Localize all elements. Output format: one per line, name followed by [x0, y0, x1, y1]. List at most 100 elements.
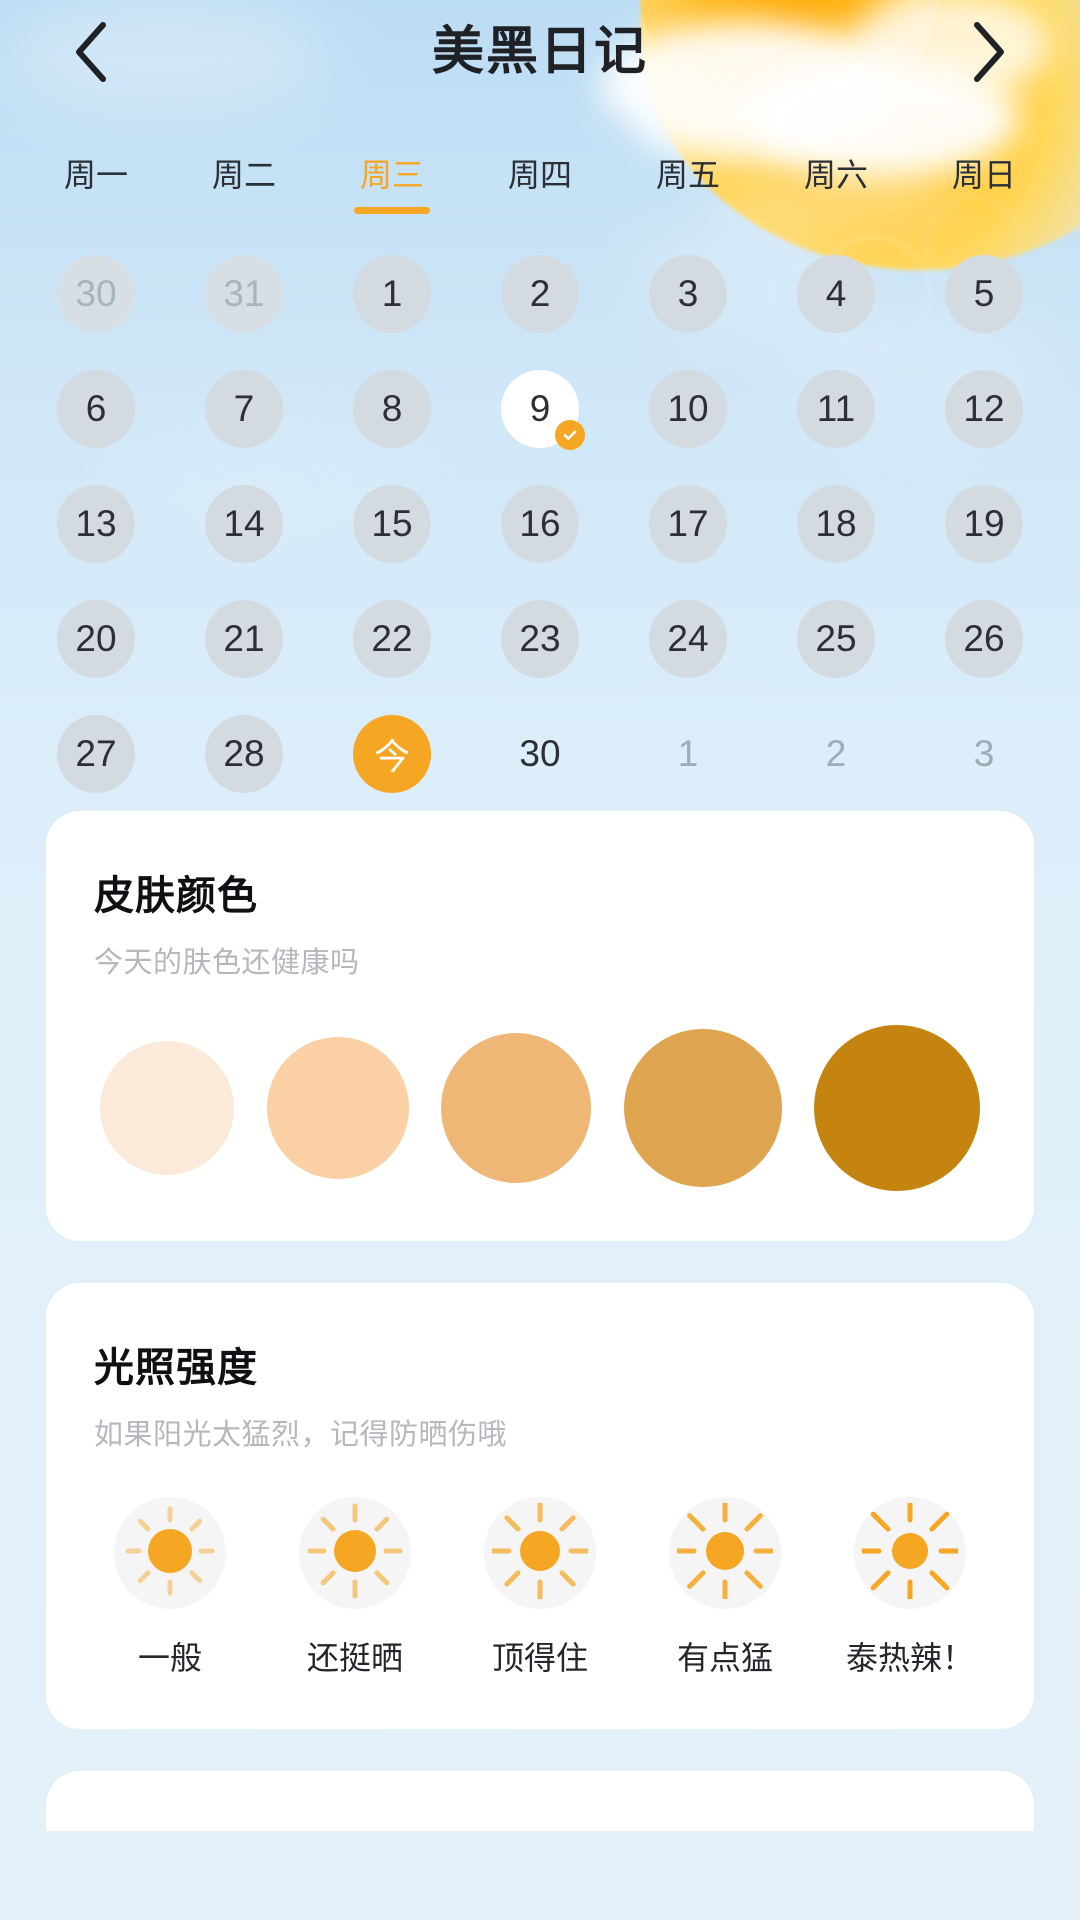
forward-button[interactable] — [954, 17, 1024, 87]
light-level-disc — [669, 1497, 781, 1609]
day-20[interactable]: 20 — [57, 599, 135, 678]
day-4[interactable]: 4 — [797, 254, 875, 333]
sun-icon — [122, 1503, 218, 1604]
calendar-day-cell[interactable]: 13 — [22, 466, 170, 581]
calendar-day-cell[interactable]: 9 — [466, 351, 614, 466]
calendar-day-cell[interactable]: 2 — [762, 696, 910, 811]
weekday-7[interactable]: 周日 — [910, 150, 1058, 214]
day-6[interactable]: 6 — [57, 369, 135, 448]
calendar-day-cell[interactable]: 27 — [22, 696, 170, 811]
calendar-day-cell[interactable]: 12 — [910, 351, 1058, 466]
day-13[interactable]: 13 — [57, 484, 135, 563]
day-10[interactable]: 10 — [649, 369, 727, 448]
calendar-day-cell[interactable]: 15 — [318, 466, 466, 581]
skin-swatch-3[interactable] — [441, 1033, 591, 1183]
calendar-day-cell[interactable]: 23 — [466, 581, 614, 696]
day-27[interactable]: 27 — [57, 714, 135, 793]
weekday-2[interactable]: 周二 — [170, 150, 318, 214]
sun-icon — [307, 1503, 403, 1604]
light-level-3[interactable]: 顶得住 — [478, 1497, 602, 1679]
calendar-day-cell[interactable]: 19 — [910, 466, 1058, 581]
day-12[interactable]: 12 — [945, 369, 1023, 448]
light-level-2[interactable]: 还挺晒 — [293, 1497, 417, 1679]
day-22[interactable]: 22 — [353, 599, 431, 678]
day-21[interactable]: 21 — [205, 599, 283, 678]
skin-swatch-1[interactable] — [100, 1041, 234, 1175]
calendar-day-cell[interactable]: 7 — [170, 351, 318, 466]
light-level-1[interactable]: 一般 — [108, 1497, 232, 1679]
calendar-grid: 30 31 1 2 3 4 5 6 7 8 9 10 11 12 13 14 15 16 17 18 19 20 21 22 2… — [0, 214, 1080, 811]
calendar-day-cell[interactable]: 今 — [318, 696, 466, 811]
day-11[interactable]: 11 — [797, 369, 875, 448]
light-level-5[interactable]: 泰热辣！ — [846, 1496, 974, 1679]
day-25[interactable]: 25 — [797, 599, 875, 678]
chevron-right-icon — [969, 21, 1009, 83]
calendar-day-cell[interactable]: 8 — [318, 351, 466, 466]
weekday-header: 周一 周二 周三 周四 周五 周六 周日 — [0, 104, 1080, 214]
calendar-day-cell[interactable]: 25 — [762, 581, 910, 696]
day-31[interactable]: 31 — [205, 254, 283, 333]
skin-swatch-4[interactable] — [623, 1029, 782, 1187]
calendar-day-cell[interactable]: 31 — [170, 236, 318, 351]
day-3[interactable]: 3 — [945, 715, 1023, 793]
weekday-4[interactable]: 周四 — [466, 150, 614, 214]
next-card-partial — [46, 1771, 1034, 1831]
calendar-day-cell[interactable]: 18 — [762, 466, 910, 581]
day-2[interactable]: 2 — [797, 715, 875, 793]
calendar-day-cell[interactable]: 28 — [170, 696, 318, 811]
light-level-disc — [299, 1497, 411, 1609]
calendar-day-cell[interactable]: 1 — [318, 236, 466, 351]
day-30[interactable]: 30 — [57, 254, 135, 333]
calendar-day-cell[interactable]: 16 — [466, 466, 614, 581]
weekday-5[interactable]: 周五 — [614, 150, 762, 214]
day-2[interactable]: 2 — [501, 254, 579, 333]
day-3[interactable]: 3 — [649, 254, 727, 333]
day-16[interactable]: 16 — [501, 484, 579, 563]
calendar-day-cell[interactable]: 20 — [22, 581, 170, 696]
day-7[interactable]: 7 — [205, 369, 283, 448]
skin-swatch-2[interactable] — [266, 1037, 409, 1179]
weekday-6[interactable]: 周六 — [762, 150, 910, 214]
calendar-day-cell[interactable]: 30 — [466, 696, 614, 811]
light-level-disc — [114, 1497, 226, 1609]
day-26[interactable]: 26 — [945, 599, 1023, 678]
day-15[interactable]: 15 — [353, 484, 431, 563]
calendar-day-cell[interactable]: 10 — [614, 351, 762, 466]
skin-swatch-5[interactable] — [814, 1025, 980, 1191]
calendar-day-cell[interactable]: 2 — [466, 236, 614, 351]
weekday-1[interactable]: 周一 — [22, 150, 170, 214]
calendar-day-cell[interactable]: 1 — [614, 696, 762, 811]
calendar-day-cell[interactable]: 6 — [22, 351, 170, 466]
day-5[interactable]: 5 — [945, 254, 1023, 333]
day-1[interactable]: 1 — [649, 715, 727, 793]
day-1[interactable]: 1 — [353, 254, 431, 333]
calendar-day-cell[interactable]: 11 — [762, 351, 910, 466]
calendar-day-cell[interactable]: 24 — [614, 581, 762, 696]
day-19[interactable]: 19 — [945, 484, 1023, 563]
day-30[interactable]: 30 — [501, 715, 579, 793]
calendar-day-cell[interactable]: 14 — [170, 466, 318, 581]
skin-color-card: 皮肤颜色 今天的肤色还健康吗 — [46, 811, 1034, 1241]
weekday-3[interactable]: 周三 — [318, 150, 466, 214]
calendar-day-cell[interactable]: 4 — [762, 236, 910, 351]
day-23[interactable]: 23 — [501, 599, 579, 678]
day-14[interactable]: 14 — [205, 484, 283, 563]
calendar-day-cell[interactable]: 3 — [614, 236, 762, 351]
light-level-4[interactable]: 有点猛 — [663, 1497, 787, 1679]
calendar-day-cell[interactable]: 30 — [22, 236, 170, 351]
calendar-day-cell[interactable]: 22 — [318, 581, 466, 696]
day-17[interactable]: 17 — [649, 484, 727, 563]
calendar-day-cell[interactable]: 21 — [170, 581, 318, 696]
calendar-day-cell[interactable]: 3 — [910, 696, 1058, 811]
calendar-day-cell[interactable]: 26 — [910, 581, 1058, 696]
day-9[interactable]: 9 — [501, 369, 585, 450]
back-button[interactable] — [56, 17, 126, 87]
calendar-day-cell[interactable]: 5 — [910, 236, 1058, 351]
skin-color-title: 皮肤颜色 — [94, 874, 258, 918]
day-24[interactable]: 24 — [649, 599, 727, 678]
day-28[interactable]: 28 — [205, 714, 283, 793]
day-今[interactable]: 今 — [353, 714, 431, 793]
day-18[interactable]: 18 — [797, 484, 875, 563]
day-8[interactable]: 8 — [353, 369, 431, 448]
calendar-day-cell[interactable]: 17 — [614, 466, 762, 581]
